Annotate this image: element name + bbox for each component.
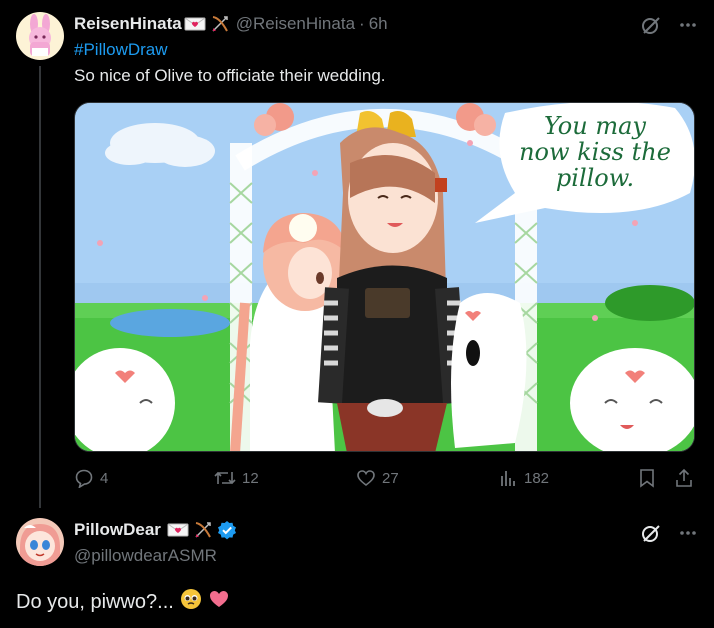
author-handle[interactable]: @ReisenHinata xyxy=(236,14,355,34)
reply-count: 4 xyxy=(100,469,109,487)
reply-text: Do you, piwwo?... xyxy=(16,590,174,613)
reply-button[interactable]: 4 xyxy=(74,468,108,488)
bookmark-button[interactable] xyxy=(638,468,656,488)
bow-arrow-icon xyxy=(193,520,213,540)
avatar-reisenhinata[interactable] xyxy=(16,12,64,60)
post-top-icons xyxy=(640,14,698,36)
hashtag-link[interactable]: #PillowDraw xyxy=(74,40,168,60)
love-letter-icon xyxy=(167,522,189,538)
like-icon xyxy=(356,468,376,488)
repost-button[interactable]: 12 xyxy=(214,468,259,488)
views-button[interactable]: 182 xyxy=(498,468,549,488)
author-name[interactable]: ReisenHinata xyxy=(74,14,182,34)
reply-header: PillowDear xyxy=(74,520,237,540)
post-header: ReisenHinata @ReisenHinata · 6h xyxy=(74,14,388,34)
more-icon[interactable] xyxy=(678,523,698,543)
grok-icon[interactable] xyxy=(640,14,662,36)
thread-line xyxy=(39,66,41,508)
reply-text-row: Do you, piwwo?... xyxy=(16,588,230,616)
post-image[interactable]: You may now kiss the pillow. xyxy=(74,102,695,452)
speech-bubble-text: You may now kiss the pillow. xyxy=(505,113,685,191)
speech-line-3: pillow. xyxy=(555,164,635,192)
like-count: 27 xyxy=(382,469,399,487)
share-icon xyxy=(674,468,694,488)
like-button[interactable]: 27 xyxy=(356,468,399,488)
views-icon xyxy=(498,468,518,488)
post-time[interactable]: 6h xyxy=(369,14,388,34)
views-count: 182 xyxy=(524,469,550,487)
bow-arrow-icon xyxy=(210,14,230,34)
reply-top-icons xyxy=(640,522,698,544)
post-text: So nice of Olive to officiate their wedd… xyxy=(74,66,386,85)
pleading-face-emoji xyxy=(180,588,202,616)
reply-author-handle[interactable]: @pillowdearASMR xyxy=(74,546,217,566)
reply-icon xyxy=(74,468,94,488)
speech-line-2: now kiss the xyxy=(519,138,671,166)
grok-icon[interactable] xyxy=(640,522,662,544)
action-bar: 4 12 27 182 xyxy=(74,468,695,492)
love-letter-icon xyxy=(184,16,206,32)
bookmark-icon xyxy=(638,468,656,488)
more-icon[interactable] xyxy=(678,15,698,35)
repost-icon xyxy=(214,468,236,488)
share-button[interactable] xyxy=(674,468,694,488)
heart-emoji xyxy=(208,588,230,616)
reply-author-name[interactable]: PillowDear xyxy=(74,520,161,540)
repost-count: 12 xyxy=(242,469,259,487)
speech-line-1: You may xyxy=(544,112,646,140)
dot-separator: · xyxy=(359,14,365,33)
avatar-pillowdear[interactable] xyxy=(16,518,64,566)
verified-icon[interactable] xyxy=(217,520,237,540)
